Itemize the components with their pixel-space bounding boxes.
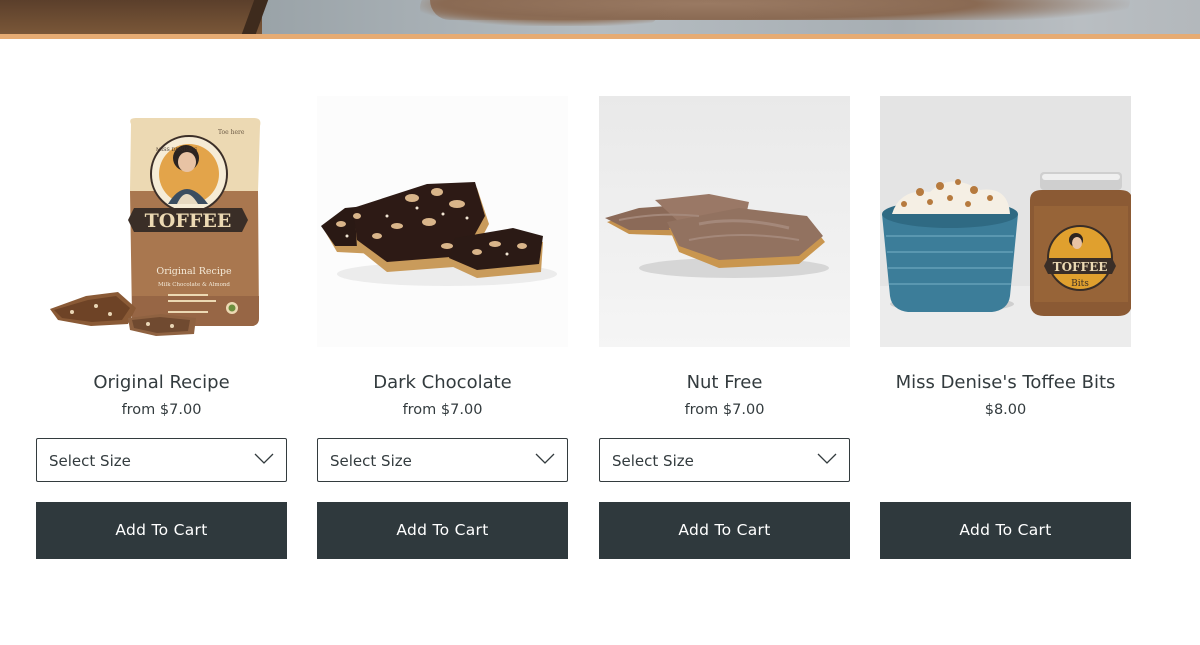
flavor-text: Original Recipe (156, 266, 232, 277)
product-title[interactable]: Nut Free (599, 371, 850, 395)
add-to-cart-button[interactable]: Add To Cart (36, 502, 287, 559)
brand-ring-text: MISS DENISE'S (156, 147, 198, 153)
hero-toffee-piece (430, 0, 1130, 20)
add-to-cart-button[interactable]: Add To Cart (880, 502, 1131, 559)
size-select-value: Select Size (49, 452, 131, 470)
product-price: from $7.00 (402, 402, 483, 418)
product-image-original-recipe[interactable]: Toe here MISS DENISE'S TOFFEE Original R… (36, 96, 287, 347)
brand-text: TOFFEE (145, 210, 232, 232)
product-price: from $7.00 (684, 402, 765, 418)
size-select[interactable]: Select Size (36, 438, 287, 482)
product-title[interactable]: Dark Chocolate (317, 371, 568, 395)
size-select-value: Select Size (330, 452, 412, 470)
chevron-down-icon (254, 453, 274, 464)
product-price: from $7.00 (121, 402, 202, 418)
product-card-original-recipe: Toe here MISS DENISE'S TOFFEE Original R… (36, 96, 287, 559)
product-image-toffee-bits[interactable]: TOFFEE Bits (880, 96, 1131, 347)
subflavor-text: Milk Chocolate & Almond (158, 282, 230, 288)
product-card-nut-free: Nut Free from $7.00 Select Size Add To C… (599, 96, 850, 559)
size-select[interactable]: Select Size (599, 438, 850, 482)
hero-banner-image (0, 0, 1200, 34)
jar-label-text: TOFFEE (1053, 260, 1108, 274)
size-select-value: Select Size (612, 452, 694, 470)
size-select[interactable]: Select Size (317, 438, 568, 482)
chevron-down-icon (817, 453, 837, 464)
product-card-toffee-bits: TOFFEE Bits Miss Denise's Toffee Bits $8… (880, 96, 1131, 559)
product-card-dark-chocolate: Dark Chocolate from $7.00 Select Size Ad… (317, 96, 568, 559)
product-title[interactable]: Miss Denise's Toffee Bits (880, 371, 1131, 395)
product-title[interactable]: Original Recipe (36, 371, 287, 395)
jar-sub-text: Bits (1071, 279, 1089, 289)
product-image-dark-chocolate[interactable] (317, 96, 568, 347)
chevron-down-icon (535, 453, 555, 464)
package-top-text: Toe here (218, 129, 245, 136)
product-image-nut-free[interactable] (599, 96, 850, 347)
hero-accent-border (0, 34, 1200, 39)
add-to-cart-button[interactable]: Add To Cart (599, 502, 850, 559)
add-to-cart-button[interactable]: Add To Cart (317, 502, 568, 559)
hero-frame (0, 0, 262, 34)
product-price: $8.00 (984, 402, 1027, 418)
